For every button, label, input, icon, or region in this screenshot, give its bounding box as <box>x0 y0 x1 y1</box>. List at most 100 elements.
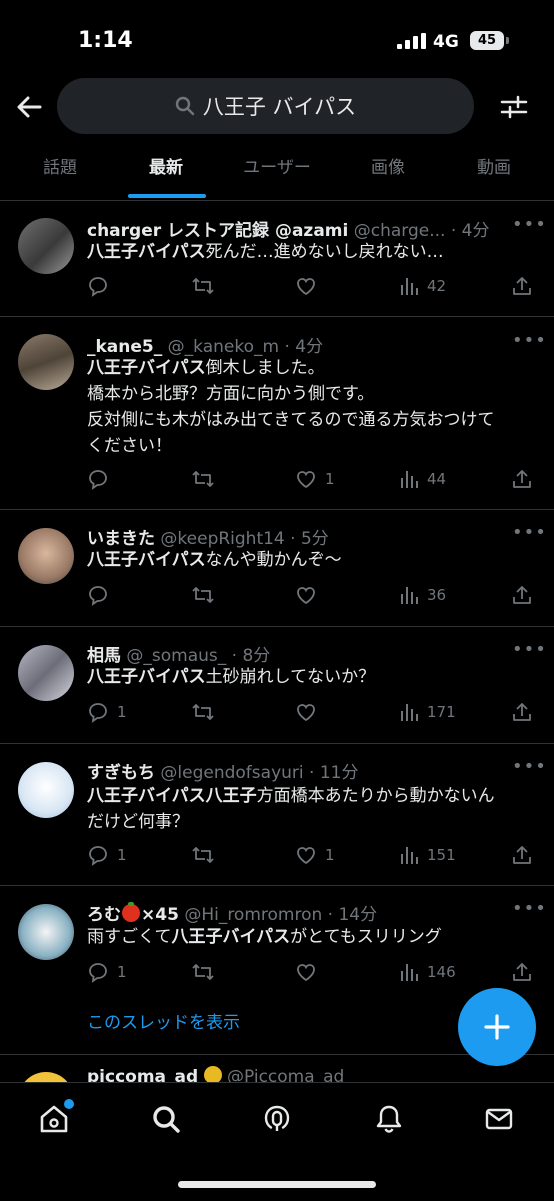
like-button[interactable] <box>295 271 325 301</box>
retweet-icon <box>192 278 214 294</box>
home-indicator <box>178 1181 376 1188</box>
retweet-button[interactable] <box>191 271 223 301</box>
network-label: 4G <box>433 32 459 52</box>
heart-icon <box>297 587 315 605</box>
share-button[interactable] <box>511 271 541 301</box>
avatar[interactable] <box>18 904 74 960</box>
retweet-button[interactable] <box>191 697 223 727</box>
tab-images[interactable]: 画像 <box>348 146 428 200</box>
tweet[interactable]: 相馬 @_somaus_ · 8分 ••• 八王子バイパス土砂崩れしてないか？ … <box>0 627 554 744</box>
avatar[interactable] <box>18 645 74 701</box>
reply-button[interactable]: 1 <box>87 957 127 987</box>
user-handle-time: @keepRight14 · 5分 <box>160 529 329 549</box>
tweet-text: なんや動かんぞ〜 <box>205 550 342 570</box>
like-button[interactable] <box>295 957 325 987</box>
reply-icon <box>89 963 107 983</box>
user-handle-time: @Hi_romromron · 14分 <box>184 905 378 925</box>
nav-spaces[interactable] <box>259 1101 295 1137</box>
back-arrow-icon[interactable] <box>14 92 44 122</box>
more-options-icon[interactable]: ••• <box>512 756 547 777</box>
tweet-keyword: 八王子バイパス <box>87 242 206 262</box>
reply-button[interactable] <box>87 580 117 610</box>
tweet[interactable]: いまきた @keepRight14 · 5分 ••• 八王子バイパスなんや動かん… <box>0 510 554 627</box>
views-button[interactable]: 146 <box>399 957 456 987</box>
reply-button[interactable]: 1 <box>87 840 127 870</box>
heart-icon <box>297 847 315 865</box>
views-button[interactable]: 171 <box>399 697 456 727</box>
like-button[interactable] <box>295 580 325 610</box>
user-name[interactable]: charger レストア記録 @azami <box>87 221 348 241</box>
share-icon <box>513 846 531 864</box>
tweet-text-line: 反対側にも木がはみ出てきてるので通る方気おつけて <box>87 410 495 430</box>
search-header: 八王子 バイパス <box>0 78 554 136</box>
views-button[interactable]: 42 <box>399 271 446 301</box>
tweet-text: 死んだ…進めないし戻れない… <box>205 242 444 262</box>
like-button[interactable] <box>295 697 325 727</box>
search-icon <box>175 96 195 116</box>
plus-icon <box>484 1014 510 1040</box>
share-button[interactable] <box>511 464 541 494</box>
tweet-text-line: 橋本から北野？方面に向かう側です。 <box>87 384 375 404</box>
more-options-icon[interactable]: ••• <box>512 898 547 919</box>
reply-icon <box>89 277 107 297</box>
filter-settings-icon[interactable] <box>499 92 529 122</box>
views-button[interactable]: 151 <box>399 840 456 870</box>
share-icon <box>513 470 531 488</box>
tab-latest[interactable]: 最新 <box>126 146 206 200</box>
avatar[interactable] <box>18 218 74 274</box>
retweet-button[interactable] <box>191 840 223 870</box>
heart-icon <box>297 278 315 296</box>
retweet-icon <box>192 964 214 980</box>
user-name[interactable]: _kane5_ <box>87 337 162 357</box>
user-name[interactable]: すぎもち <box>87 763 155 783</box>
views-button[interactable]: 44 <box>399 464 446 494</box>
show-thread-link[interactable]: このスレッドを表示 <box>87 1008 240 1033</box>
more-options-icon[interactable]: ••• <box>512 639 547 660</box>
tab-videos[interactable]: 動画 <box>454 146 534 200</box>
retweet-button[interactable] <box>191 957 223 987</box>
retweet-button[interactable] <box>191 464 223 494</box>
user-name[interactable]: いまきた <box>87 529 155 549</box>
share-button[interactable] <box>511 957 541 987</box>
avatar[interactable] <box>18 762 74 818</box>
spaces-microphone-icon <box>264 1105 290 1131</box>
reply-button[interactable] <box>87 271 117 301</box>
reply-button[interactable] <box>87 464 117 494</box>
status-time: 1:14 <box>78 28 133 53</box>
tweet[interactable]: _kane5_ @_kaneko_m · 4分 ••• 八王子バイパス倒木しまし… <box>0 317 554 510</box>
reply-icon <box>89 703 107 723</box>
tab-users[interactable]: ユーザー <box>228 146 326 200</box>
compose-button[interactable] <box>458 988 536 1066</box>
share-icon <box>513 703 531 721</box>
like-button[interactable]: 1 <box>295 840 335 870</box>
search-query: 八王子 バイパス <box>202 95 357 119</box>
bell-icon <box>376 1105 402 1133</box>
search-icon <box>153 1106 180 1133</box>
views-chart-icon <box>401 587 418 604</box>
tab-top[interactable]: 話題 <box>20 146 100 200</box>
tweet-keyword: 八王子バイパス <box>87 358 206 378</box>
avatar[interactable] <box>18 528 74 584</box>
more-options-icon[interactable]: ••• <box>512 214 547 235</box>
user-name[interactable]: ろむ ×45 <box>87 902 179 925</box>
nav-home[interactable] <box>36 1099 74 1137</box>
avatar[interactable] <box>18 334 74 390</box>
views-button[interactable]: 36 <box>399 580 446 610</box>
user-name[interactable]: 相馬 <box>87 646 121 666</box>
views-chart-icon <box>401 704 418 721</box>
more-options-icon[interactable]: ••• <box>512 330 547 351</box>
nav-notifications[interactable] <box>371 1101 407 1137</box>
notification-dot <box>64 1099 74 1109</box>
share-button[interactable] <box>511 580 541 610</box>
tweet[interactable]: charger レストア記録 @azami @charge... · 4分 ••… <box>0 200 554 317</box>
search-input[interactable]: 八王子 バイパス <box>57 78 474 134</box>
share-button[interactable] <box>511 840 541 870</box>
nav-messages[interactable] <box>481 1101 517 1137</box>
retweet-button[interactable] <box>191 580 223 610</box>
reply-button[interactable]: 1 <box>87 697 127 727</box>
tweet[interactable]: すぎもち @legendofsayuri · 11分 ••• 八王子バイパス八王… <box>0 744 554 886</box>
share-button[interactable] <box>511 697 541 727</box>
more-options-icon[interactable]: ••• <box>512 522 547 543</box>
nav-search[interactable] <box>148 1101 184 1137</box>
like-button[interactable]: 1 <box>295 464 335 494</box>
